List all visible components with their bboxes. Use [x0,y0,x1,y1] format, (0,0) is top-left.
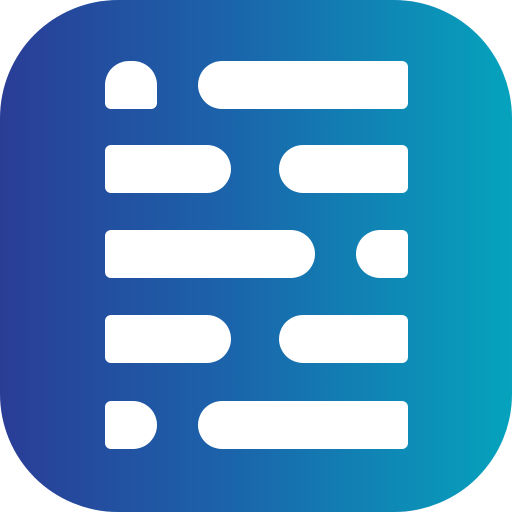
row-3-left-bar [105,230,315,278]
row-1-left-bar [105,61,157,109]
row-2-right-bar [279,145,408,193]
row-1-right-bar [198,61,408,109]
row-2-left-bar [105,145,231,193]
row-5-left-bar [105,401,157,449]
row-5-right-bar [198,401,408,449]
document-lines-app-icon[interactable] [0,0,512,512]
row-3-right-bar [356,230,408,278]
row-4-left-bar [105,315,231,363]
row-4-right-bar [279,315,408,363]
